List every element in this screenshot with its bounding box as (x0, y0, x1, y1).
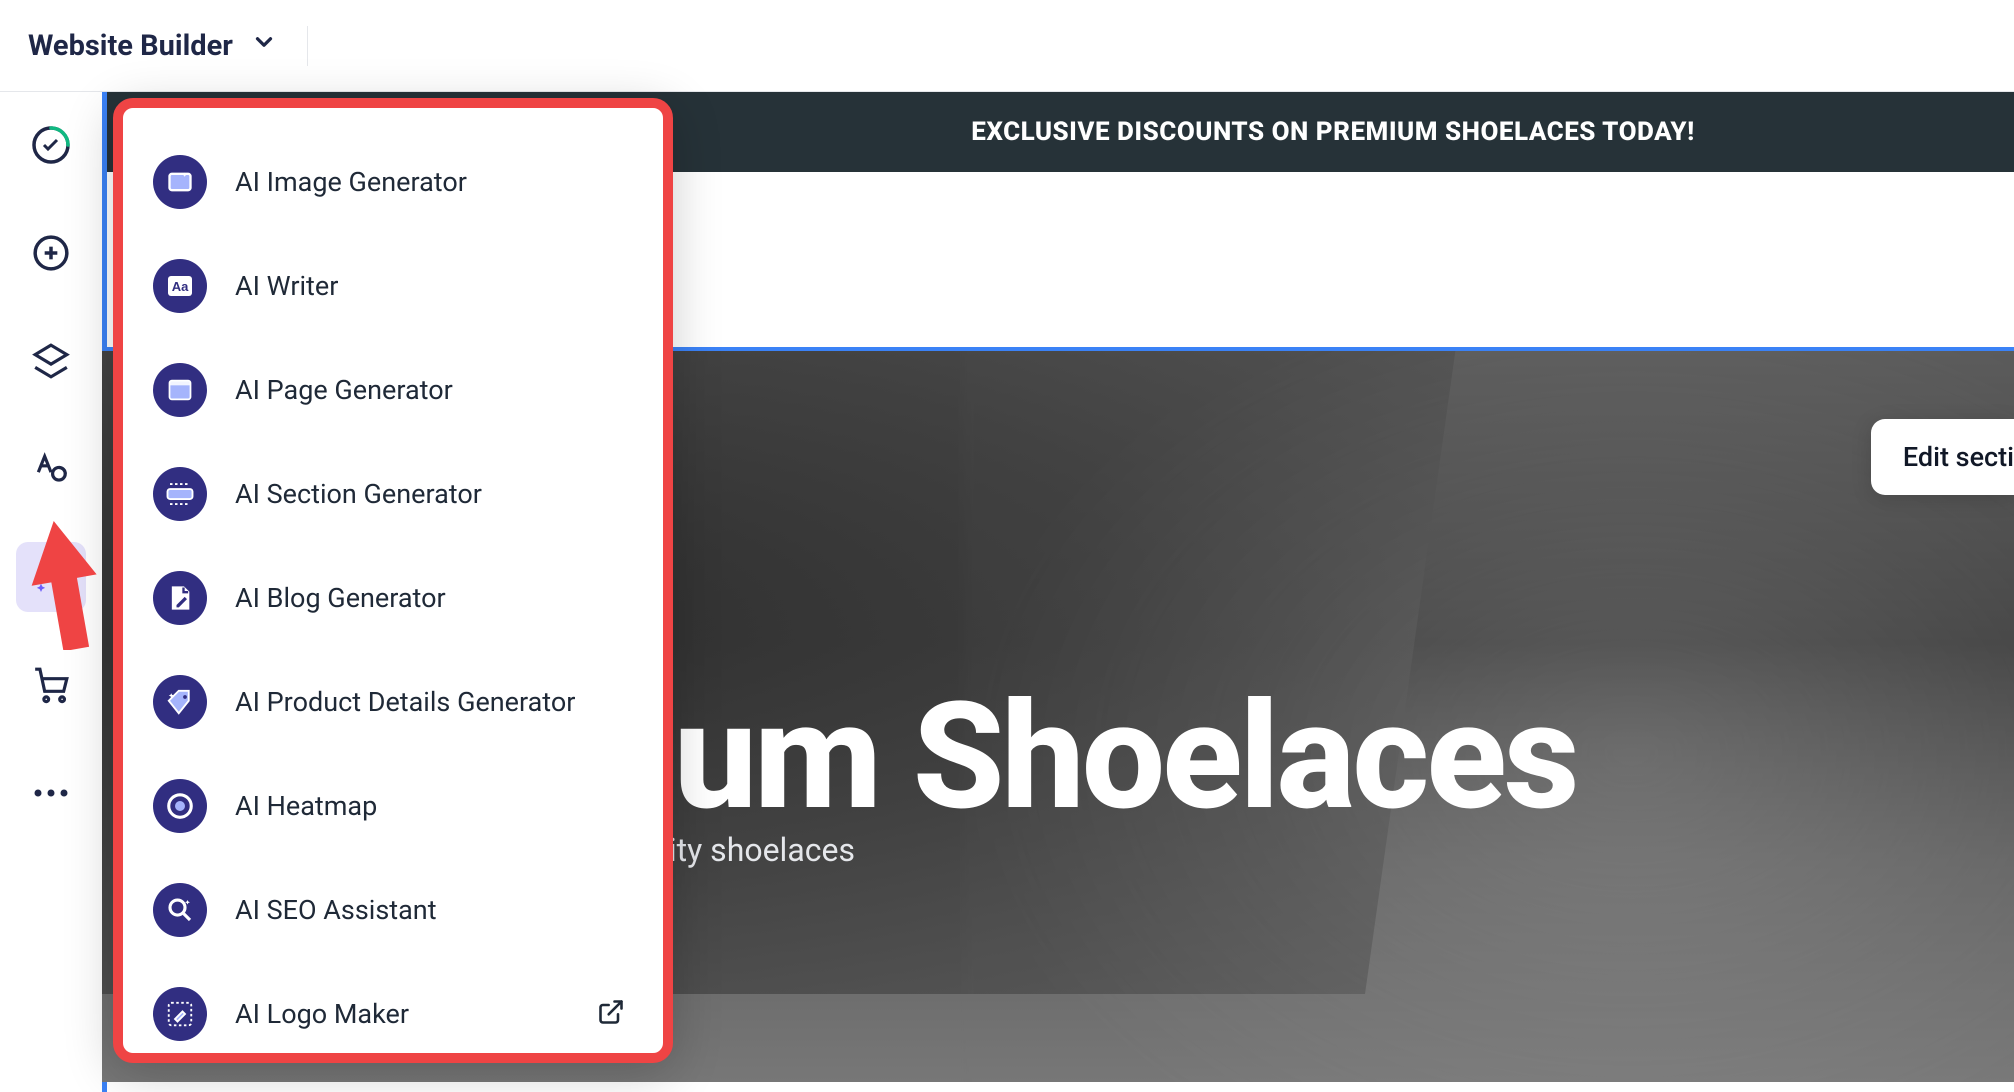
edit-section-button[interactable]: Edit secti (1871, 419, 2014, 495)
blog-icon (153, 571, 207, 625)
external-link-icon (597, 998, 625, 1030)
ai-menu-item-label: AI Writer (235, 270, 338, 302)
target-icon (153, 779, 207, 833)
ai-menu-item-label: AI Blog Generator (235, 582, 446, 614)
ai-menu-item-section-generator[interactable]: AI Section Generator (143, 442, 643, 546)
page-icon (153, 363, 207, 417)
ai-menu-item-seo-assistant[interactable]: AI SEO Assistant (143, 858, 643, 962)
ai-menu-item-logo-maker[interactable]: AI Logo Maker (143, 962, 643, 1066)
ai-menu-item-heatmap[interactable]: AI Heatmap (143, 754, 643, 858)
ai-menu-item-label: AI Section Generator (235, 478, 482, 510)
sidebar-ai-tools-button[interactable] (16, 542, 86, 612)
ai-menu-item-label: AI SEO Assistant (235, 894, 437, 926)
ai-menu-item-page-generator[interactable]: AI Page Generator (143, 338, 643, 442)
ai-menu-item-image-generator[interactable]: AI Image Generator (143, 130, 643, 234)
app-title-dropdown[interactable]: Website Builder (28, 29, 277, 63)
svg-text:Aa: Aa (172, 279, 189, 294)
section-icon (153, 467, 207, 521)
ai-menu-item-product-details[interactable]: AI Product Details Generator (143, 650, 643, 754)
image-sparkle-icon (153, 155, 207, 209)
ai-menu-item-blog-generator[interactable]: AI Blog Generator (143, 546, 643, 650)
left-sidebar (0, 92, 102, 1092)
sidebar-more-button[interactable] (16, 758, 86, 828)
sidebar-store-button[interactable] (16, 650, 86, 720)
logo-draw-icon (153, 987, 207, 1041)
ai-menu-item-label: AI Image Generator (235, 166, 467, 198)
sidebar-add-button[interactable] (16, 218, 86, 288)
ai-menu-item-label: AI Heatmap (235, 790, 377, 822)
ai-menu-item-label: AI Page Generator (235, 374, 453, 406)
edit-section-label: Edit secti (1903, 441, 2014, 473)
app-title-label: Website Builder (28, 29, 233, 63)
tag-sparkle-icon (153, 675, 207, 729)
ai-tools-popup: AI Image Generator Aa AI Writer AI Page … (113, 98, 673, 1063)
announcement-text: EXCLUSIVE DISCOUNTS ON PREMIUM SHOELACES… (971, 117, 1694, 147)
sidebar-checklist-button[interactable] (16, 110, 86, 180)
text-aa-icon: Aa (153, 259, 207, 313)
ai-menu-item-label: AI Product Details Generator (235, 686, 575, 718)
search-sparkle-icon (153, 883, 207, 937)
ai-menu-item-label: AI Logo Maker (235, 998, 409, 1030)
chevron-down-icon (251, 29, 277, 63)
sidebar-layers-button[interactable] (16, 326, 86, 396)
ai-menu-item-writer[interactable]: Aa AI Writer (143, 234, 643, 338)
divider (307, 26, 308, 66)
top-bar: Website Builder (0, 0, 2014, 92)
sidebar-styles-button[interactable] (16, 434, 86, 504)
